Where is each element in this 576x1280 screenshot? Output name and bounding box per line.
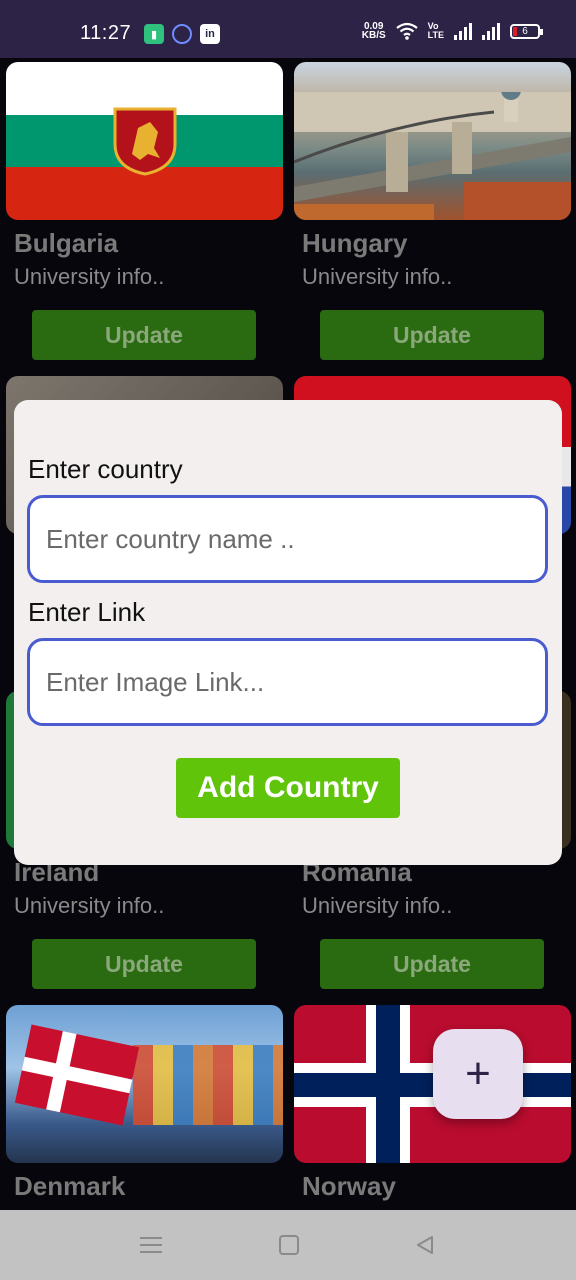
- back-icon[interactable]: [410, 1230, 440, 1260]
- university-info: University info..: [14, 264, 165, 289]
- bulgaria-flag-image: [6, 62, 283, 220]
- country-name: Hungary: [302, 228, 408, 258]
- link-field-label: Enter Link: [28, 597, 146, 627]
- country-card-denmark[interactable]: Denmark: [0, 1001, 288, 1210]
- update-button[interactable]: Update: [320, 310, 544, 360]
- university-info: University info..: [302, 264, 453, 289]
- coat-of-arms-icon: [113, 107, 177, 176]
- harbor-houses-graphic: [133, 1045, 283, 1125]
- add-country-dialog: Enter country Enter Link Add Country: [14, 400, 562, 865]
- university-info: University info..: [302, 893, 453, 918]
- recents-menu-icon[interactable]: [136, 1230, 166, 1260]
- add-fab-button[interactable]: +: [433, 1029, 523, 1119]
- update-button[interactable]: Update: [32, 939, 256, 989]
- university-info: University info..: [14, 893, 165, 918]
- country-name: Norway: [302, 1171, 396, 1201]
- signal-icon-sim1: [454, 22, 472, 40]
- add-country-button[interactable]: Add Country: [176, 758, 400, 818]
- hungary-image: [294, 62, 571, 220]
- country-name: Bulgaria: [14, 228, 119, 258]
- battery-icon: 6: [510, 23, 543, 39]
- network-speed: 0.09 KB/S: [361, 21, 386, 41]
- country-name: Denmark: [14, 1171, 126, 1201]
- plus-icon: +: [465, 1049, 491, 1098]
- notification-icons: ▮ in: [144, 24, 220, 44]
- teams-icon: [172, 24, 192, 44]
- country-card-norway[interactable]: Norway: [288, 1001, 576, 1210]
- chain-bridge-graphic: [294, 92, 571, 220]
- status-time: 11:27: [80, 22, 132, 44]
- denmark-flag-graphic: [14, 1024, 140, 1126]
- update-button[interactable]: Update: [320, 939, 544, 989]
- image-link-input[interactable]: [27, 638, 548, 726]
- signal-icon-sim2: [482, 22, 500, 40]
- denmark-image: [6, 1005, 283, 1163]
- system-nav-bar: [0, 1210, 576, 1280]
- home-icon[interactable]: [274, 1230, 304, 1260]
- wifi-icon: [395, 22, 418, 40]
- country-name-input[interactable]: [27, 495, 548, 583]
- country-card-hungary[interactable]: Hungary University info.. Update: [288, 58, 576, 372]
- linkedin-icon: in: [200, 24, 220, 44]
- system-indicators: 0.09 KB/S Vo LTE 6: [361, 21, 543, 41]
- country-field-label: Enter country: [28, 454, 183, 484]
- battery-saver-icon: ▮: [144, 24, 164, 44]
- country-card-bulgaria[interactable]: Bulgaria University info.. Update: [0, 58, 288, 372]
- update-button[interactable]: Update: [32, 310, 256, 360]
- status-bar: 11:27 ▮ in 0.09 KB/S Vo LTE 6: [0, 0, 576, 58]
- volte-indicator: Vo LTE: [427, 21, 444, 40]
- battery-level: 6: [522, 25, 528, 37]
